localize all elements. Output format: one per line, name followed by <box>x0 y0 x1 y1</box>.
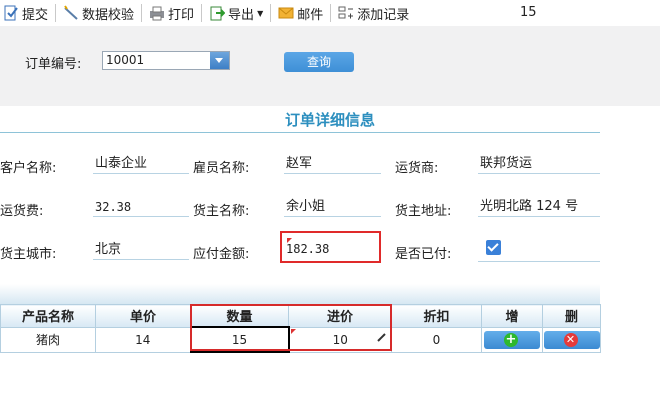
mail-button[interactable]: 邮件 <box>275 2 326 24</box>
submit-button[interactable]: 提交 <box>0 2 51 24</box>
add-record-icon <box>338 5 354 21</box>
employee-label: 雇员名称: <box>193 161 250 176</box>
wand-icon <box>63 5 79 21</box>
title-divider <box>0 132 600 133</box>
export-button[interactable]: 导出 ▼ <box>206 2 266 24</box>
paid-checkbox[interactable] <box>486 240 501 255</box>
printer-icon <box>149 5 165 21</box>
toolbar-divider <box>141 4 143 22</box>
city-field[interactable]: 北京 <box>93 240 189 260</box>
toolbar-divider <box>201 4 203 22</box>
amount-field[interactable]: 182.38 <box>284 239 376 259</box>
chevron-down-icon[interactable] <box>210 52 229 69</box>
shipper-field[interactable]: 联邦货运 <box>478 154 600 174</box>
order-number-value: 10001 <box>106 53 145 67</box>
order-number-label: 订单编号: <box>25 57 82 72</box>
amount-label: 应付金额: <box>193 247 250 262</box>
add-row-button[interactable]: + <box>484 330 540 349</box>
order-number-select[interactable]: 10001 <box>102 51 230 70</box>
pencil-icon <box>377 331 387 345</box>
delete-row-button[interactable]: ✕ <box>543 330 600 349</box>
export-icon <box>209 5 226 21</box>
query-bar: 订单编号: 查询 <box>0 26 660 106</box>
submit-label: 提交 <box>22 7 49 23</box>
owner-field[interactable]: 余小姐 <box>284 197 381 217</box>
owner-label: 货主名称: <box>193 204 250 219</box>
chevron-down-icon: ▼ <box>257 8 264 18</box>
header-quantity: 数量 <box>190 304 289 328</box>
header-discount: 折扣 <box>391 304 482 328</box>
add-record-button[interactable]: 添加记录 <box>335 2 412 24</box>
toolbar-divider <box>330 4 332 22</box>
cell-quantity[interactable]: 15 <box>189 326 290 353</box>
header-delete: 删 <box>542 304 601 328</box>
cell-marker <box>290 328 296 334</box>
customer-label: 客户名称: <box>0 161 57 176</box>
cell-add: + <box>481 326 543 353</box>
page-count: 15 <box>520 5 537 20</box>
header-add: 增 <box>481 304 543 328</box>
search-button[interactable]: 查询 <box>284 52 354 72</box>
customer-field[interactable]: 山泰企业 <box>93 154 189 174</box>
plus-icon: + <box>504 331 518 347</box>
address-label: 货主地址: <box>395 204 452 219</box>
close-icon: ✕ <box>563 332 578 347</box>
cell-cost[interactable]: 10 <box>288 326 392 353</box>
employee-field[interactable]: 赵军 <box>284 154 381 174</box>
header-unit-price: 单价 <box>95 304 191 328</box>
shipper-label: 运货商: <box>395 161 439 176</box>
header-cost: 进价 <box>288 304 392 328</box>
address-field[interactable]: 光明北路 124 号 <box>478 197 600 217</box>
print-label: 打印 <box>168 7 195 23</box>
cell-discount[interactable]: 0 <box>391 326 482 353</box>
toolbar: 提交 数据校验 打印 导出 ▼ 邮件 添加记录 15 <box>0 0 660 26</box>
paid-label: 是否已付: <box>395 247 452 262</box>
form-title: 订单详细信息 <box>284 111 375 129</box>
detail-table: 产品名称 单价 数量 进价 折扣 增 删 猪肉 14 15 10 0 + ✕ <box>0 304 601 353</box>
table-row: 猪肉 14 15 10 0 + ✕ <box>0 326 601 353</box>
paid-underline <box>478 261 600 262</box>
cell-cost-value: 10 <box>332 332 348 347</box>
cell-unit-price[interactable]: 14 <box>95 326 191 353</box>
freight-label: 运货费: <box>0 204 44 219</box>
validate-button[interactable]: 数据校验 <box>60 2 137 24</box>
print-button[interactable]: 打印 <box>146 2 197 24</box>
toolbar-divider <box>270 4 272 22</box>
city-label: 货主城市: <box>0 247 57 262</box>
submit-icon <box>3 5 19 21</box>
mail-label: 邮件 <box>297 7 324 23</box>
cell-delete: ✕ <box>542 326 601 353</box>
cell-product[interactable]: 猪肉 <box>0 326 96 353</box>
header-product: 产品名称 <box>0 304 96 328</box>
freight-field[interactable]: 32.38 <box>93 197 189 217</box>
add-record-label: 添加记录 <box>357 7 410 23</box>
export-label: 导出 <box>228 7 255 23</box>
mail-icon <box>278 5 294 21</box>
validate-label: 数据校验 <box>82 7 135 23</box>
toolbar-divider <box>55 4 57 22</box>
table-band <box>0 284 600 304</box>
